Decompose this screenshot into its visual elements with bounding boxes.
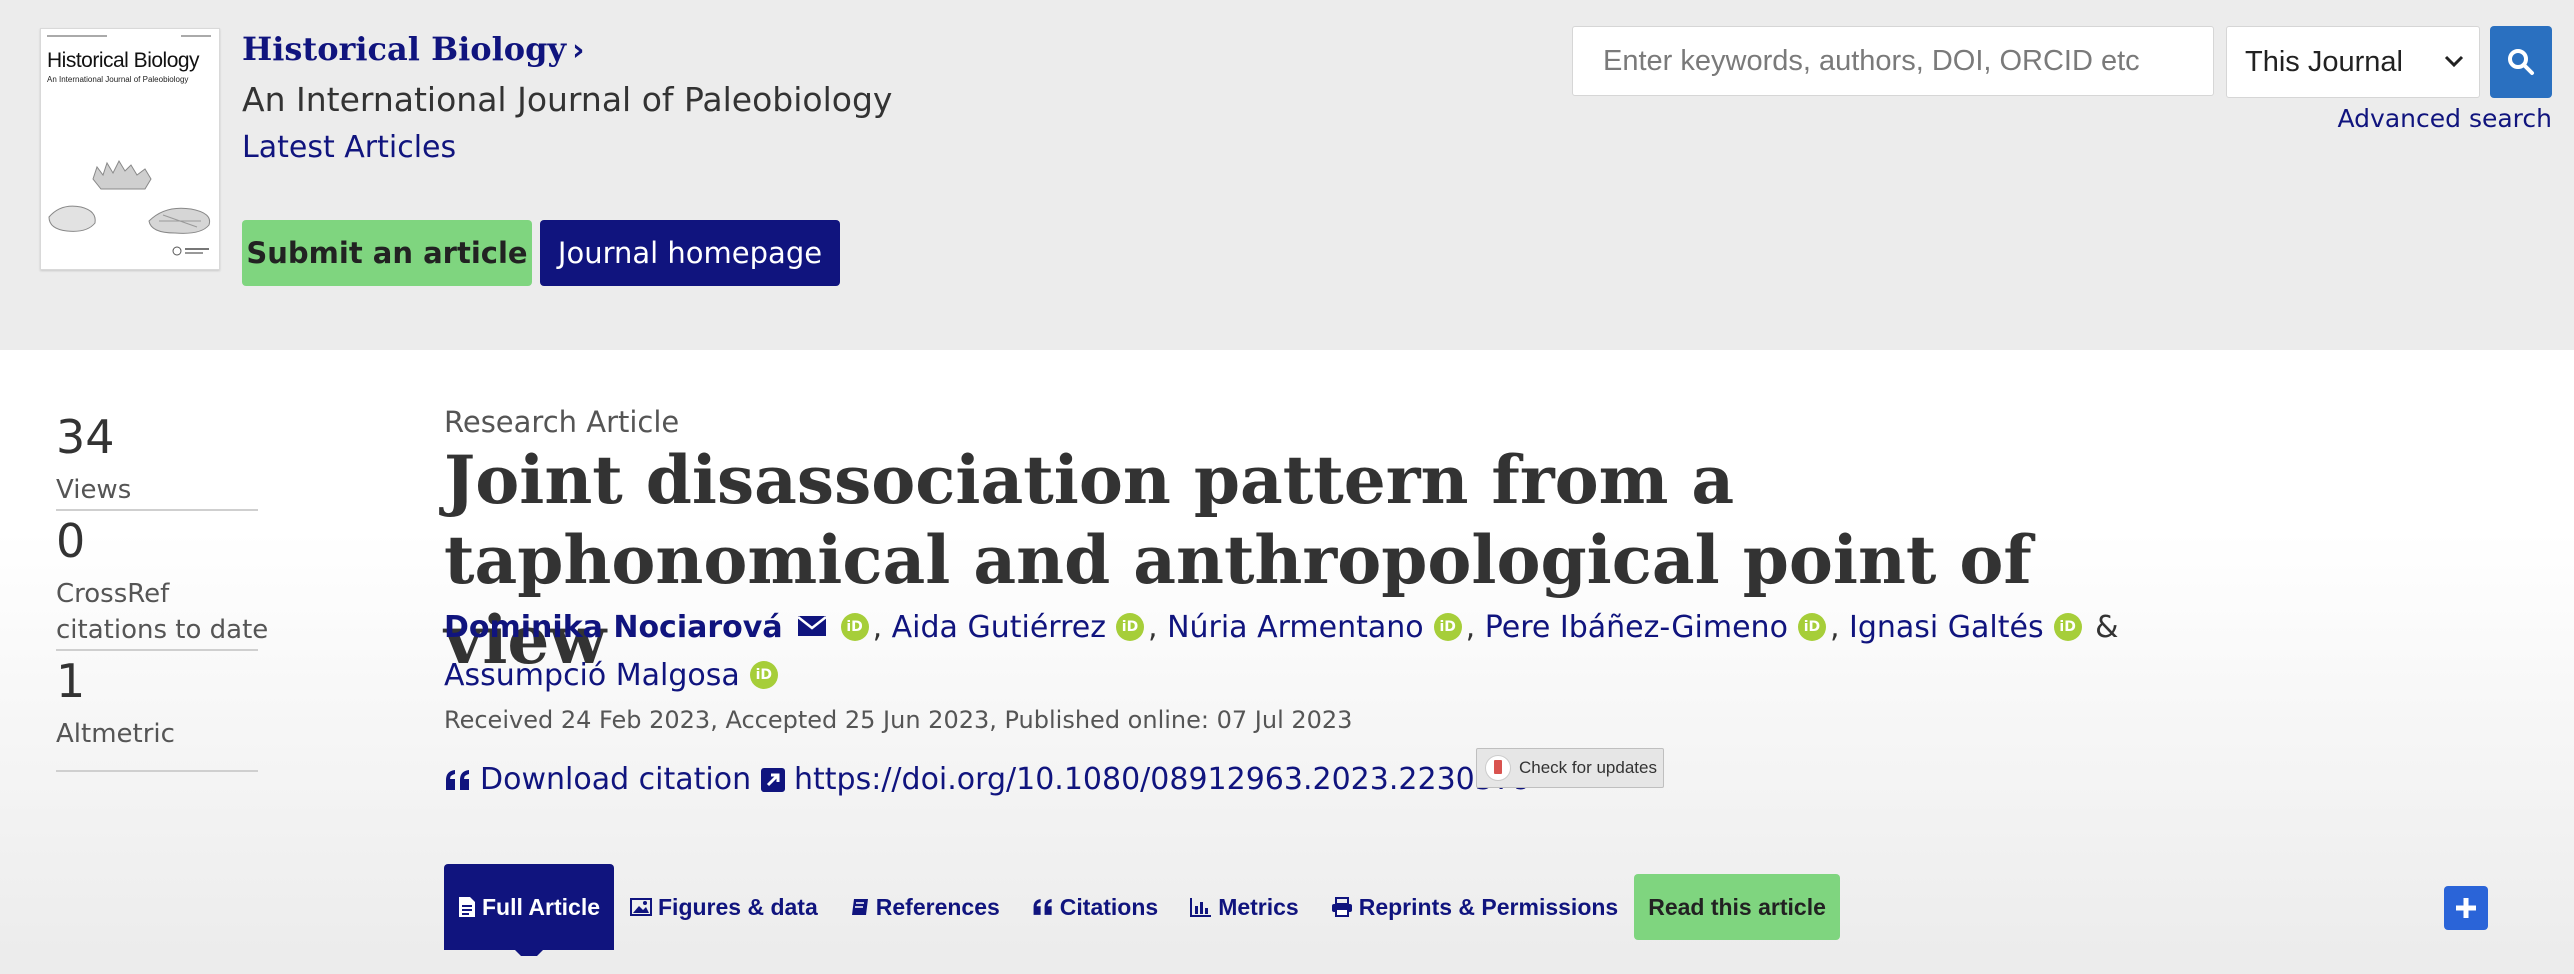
views-count: 34 bbox=[56, 410, 115, 464]
journal-title-link[interactable]: Historical Biology › bbox=[242, 30, 584, 68]
tab-label: Reprints & Permissions bbox=[1358, 893, 1619, 920]
check-for-updates-label: Check for updates bbox=[1519, 758, 1657, 777]
tab-label: Figures & data bbox=[658, 893, 818, 920]
file-icon bbox=[459, 897, 475, 917]
quote-icon bbox=[446, 769, 469, 790]
tab-reprints-permissions[interactable]: Reprints & Permissions bbox=[1315, 864, 1634, 950]
book-icon bbox=[851, 899, 868, 915]
submit-article-button[interactable]: Submit an article bbox=[242, 220, 532, 286]
check-for-updates-button[interactable]: Check for updates bbox=[1476, 748, 1664, 788]
altmetric-label[interactable]: Altmetric bbox=[56, 716, 175, 752]
print-icon bbox=[1331, 897, 1352, 917]
crossref-count: 0 bbox=[56, 514, 86, 568]
article-tabs: Full Article Figures & data References C… bbox=[444, 864, 1840, 964]
tab-label: Citations bbox=[1059, 893, 1159, 920]
search-icon bbox=[2508, 49, 2534, 75]
advanced-search-link[interactable]: Advanced search bbox=[2338, 104, 2552, 133]
metric-divider bbox=[56, 509, 258, 511]
chevron-right-icon: › bbox=[572, 33, 585, 68]
search-scope-select[interactable]: This Journal bbox=[2226, 26, 2480, 98]
tab-label: Full Article bbox=[482, 893, 600, 920]
crossref-label-line1: CrossRef bbox=[56, 579, 170, 609]
share-plus-button[interactable] bbox=[2444, 886, 2488, 930]
cover-fossil-illustration bbox=[47, 35, 211, 256]
latest-articles-link[interactable]: Latest Articles bbox=[242, 130, 456, 165]
orcid-icon[interactable]: iD bbox=[1115, 612, 1144, 641]
journal-subtitle: An International Journal of Paleobiology bbox=[242, 80, 893, 119]
tab-figures-data[interactable]: Figures & data bbox=[614, 864, 834, 950]
chevron-down-icon bbox=[2444, 55, 2464, 68]
orcid-icon[interactable]: iD bbox=[840, 612, 869, 641]
publication-dates: Received 24 Feb 2023, Accepted 25 Jun 20… bbox=[444, 706, 1353, 734]
author-link[interactable]: Assumpció Malgosa bbox=[444, 658, 740, 693]
journal-cover-image[interactable]: Historical Biology An International Jour… bbox=[40, 28, 220, 270]
quote-icon bbox=[1033, 899, 1052, 915]
article-type: Research Article bbox=[444, 405, 680, 439]
download-citation-label: Download citation bbox=[480, 762, 752, 797]
external-link-icon bbox=[761, 767, 785, 792]
orcid-icon[interactable]: iD bbox=[1797, 612, 1826, 641]
search-button[interactable] bbox=[2490, 26, 2552, 98]
plus-icon bbox=[2456, 898, 2476, 918]
journal-homepage-button[interactable]: Journal homepage bbox=[540, 220, 840, 286]
author-link[interactable]: Aida Gutiérrez bbox=[892, 610, 1106, 645]
page-divider bbox=[0, 956, 2574, 974]
author-link[interactable]: Ignasi Galtés bbox=[1849, 610, 2044, 645]
tab-metrics[interactable]: Metrics bbox=[1174, 864, 1315, 950]
doi-link[interactable]: https://doi.org/10.1080/08912963.2023.22… bbox=[760, 762, 1532, 797]
orcid-icon[interactable]: iD bbox=[749, 660, 778, 689]
search-input[interactable] bbox=[1572, 26, 2214, 96]
journal-title-text: Historical Biology bbox=[242, 30, 567, 68]
views-label: Views bbox=[56, 475, 132, 505]
tab-label: References bbox=[875, 893, 1000, 920]
metric-divider bbox=[56, 649, 258, 651]
crossmark-icon bbox=[1485, 755, 1511, 781]
search-scope-value: This Journal bbox=[2245, 45, 2403, 78]
author-link[interactable]: Dominika Nociarová bbox=[444, 610, 783, 645]
envelope-icon[interactable] bbox=[796, 615, 827, 637]
bar-chart-icon bbox=[1190, 898, 1212, 917]
author-link[interactable]: Pere Ibáñez-Gimeno bbox=[1485, 610, 1788, 645]
read-this-article-button[interactable]: Read this article bbox=[1634, 874, 1840, 940]
tab-citations[interactable]: Citations bbox=[1016, 864, 1174, 950]
author-link[interactable]: Núria Armentano bbox=[1167, 610, 1424, 645]
tab-references[interactable]: References bbox=[834, 864, 1016, 950]
crossref-label-line2: citations to date bbox=[56, 615, 269, 645]
author-list: Dominika Nociarová iD, Aida Gutiérrez iD, … bbox=[444, 610, 2119, 693]
download-citation-link[interactable]: Download citation bbox=[444, 762, 751, 797]
tab-label: Metrics bbox=[1218, 893, 1299, 920]
metric-divider bbox=[56, 770, 258, 772]
altmetric-count[interactable]: 1 bbox=[56, 654, 85, 708]
orcid-icon[interactable]: iD bbox=[2053, 612, 2082, 641]
orcid-icon[interactable]: iD bbox=[1433, 612, 1462, 641]
tab-full-article[interactable]: Full Article bbox=[444, 864, 614, 964]
image-icon bbox=[630, 898, 652, 916]
doi-text: https://doi.org/10.1080/08912963.2023.22… bbox=[794, 762, 1533, 797]
